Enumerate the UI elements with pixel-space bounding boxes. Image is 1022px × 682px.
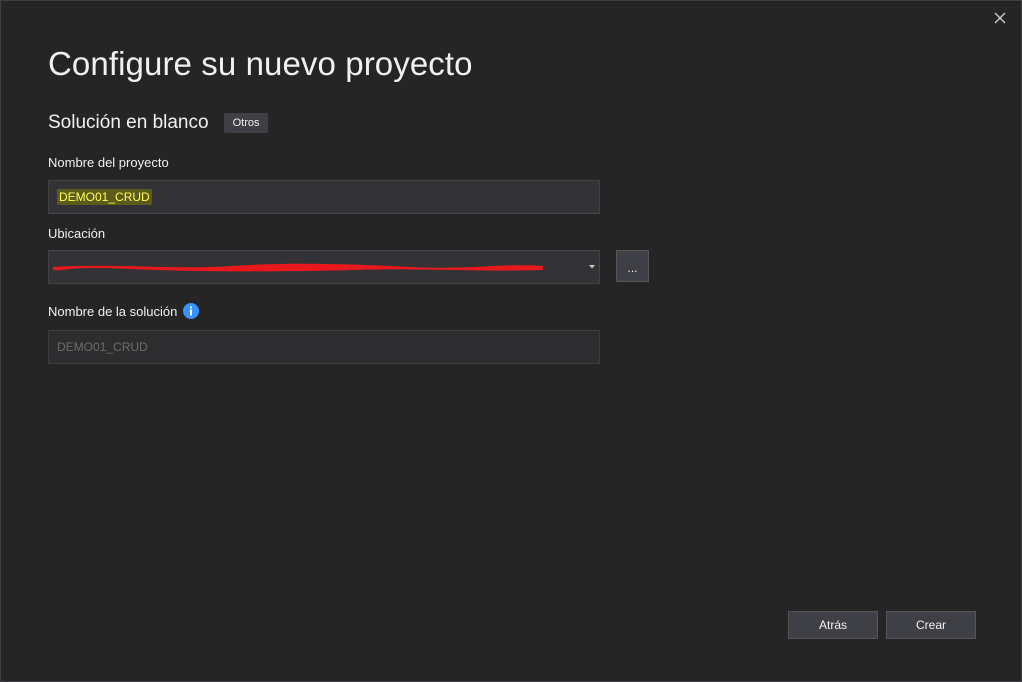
solution-name-input[interactable]	[49, 331, 599, 363]
dialog-window: Configure su nuevo proyecto Solución en …	[0, 0, 1022, 682]
chevron-down-icon	[589, 265, 595, 269]
template-name: Solución en blanco	[48, 112, 209, 133]
page-title: Configure su nuevo proyecto	[48, 45, 473, 82]
browse-button[interactable]: ...	[616, 250, 649, 282]
location-label: Ubicación	[48, 226, 106, 241]
location-dropdown-button[interactable]	[585, 251, 599, 283]
create-button[interactable]: Crear	[886, 611, 976, 639]
back-button[interactable]: Atrás	[788, 611, 878, 639]
redaction-mark	[53, 263, 543, 272]
info-icon[interactable]	[183, 303, 200, 319]
project-name-field[interactable]: DEMO01_CRUD	[48, 180, 600, 214]
solution-name-label-row: Nombre de la solución	[48, 303, 200, 319]
close-icon	[994, 12, 1006, 24]
solution-name-label: Nombre de la solución	[48, 303, 178, 319]
solution-name-field[interactable]	[48, 330, 600, 364]
template-tag: Otros	[223, 113, 269, 133]
project-name-value: DEMO01_CRUD	[57, 189, 152, 205]
location-combobox[interactable]	[48, 250, 600, 284]
template-info: Solución en blanco Otros	[48, 112, 269, 134]
project-name-label: Nombre del proyecto	[48, 155, 169, 170]
close-button[interactable]	[989, 7, 1011, 29]
